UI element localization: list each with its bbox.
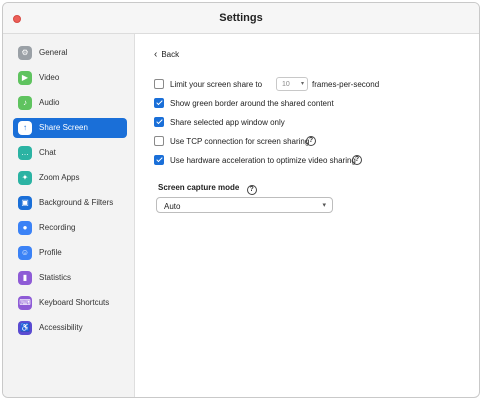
- green-border-option: Show green border around the shared cont…: [154, 97, 454, 111]
- screen-capture-mode-dropdown[interactable]: Auto ▾: [156, 197, 333, 213]
- share-screen-panel: ‹ Back Limit your screen share to 10 ▾ fr…: [136, 34, 479, 397]
- sidebar-item-recording[interactable]: ● Recording: [13, 218, 127, 238]
- help-icon[interactable]: ?: [246, 185, 257, 195]
- green-border-label: Show green border around the shared cont…: [170, 99, 334, 108]
- keyboard-icon: ⌨: [18, 296, 32, 310]
- fps-suffix-label: frames-per-second: [312, 80, 380, 89]
- record-icon: ●: [18, 221, 32, 235]
- selected-app-option: Share selected app window only: [154, 116, 454, 130]
- headphones-icon: ♪: [18, 96, 32, 110]
- sidebar-item-label: Statistics: [39, 273, 72, 282]
- background-icon: ▣: [18, 196, 32, 210]
- apps-icon: ✦: [18, 171, 32, 185]
- sidebar-item-label: Video: [39, 73, 60, 82]
- sidebar-item-label: Recording: [39, 223, 76, 232]
- video-camera-icon: ▶: [18, 71, 32, 85]
- person-icon: ☺: [18, 246, 32, 260]
- screen-capture-mode-heading: Screen capture mode ?: [158, 183, 257, 195]
- chevron-down-icon: ▾: [322, 202, 326, 209]
- selected-app-checkbox[interactable]: [154, 117, 164, 127]
- hardware-acceleration-checkbox[interactable]: [154, 155, 164, 165]
- fps-value: 10: [282, 81, 290, 88]
- hardware-acceleration-label: Use hardware acceleration to optimize vi…: [170, 156, 356, 165]
- sidebar-item-general[interactable]: ⚙ General: [13, 43, 127, 63]
- help-icon[interactable]: ?: [352, 155, 362, 165]
- settings-window: Settings ⚙ General ▶ Video ♪ Audio ↑ Sha…: [2, 2, 480, 398]
- tcp-connection-option: Use TCP connection for screen sharing ?: [154, 135, 454, 149]
- fps-dropdown[interactable]: 10 ▾: [276, 77, 308, 91]
- share-screen-icon: ↑: [18, 121, 32, 135]
- accessibility-icon: ♿: [18, 321, 32, 335]
- sidebar-item-label: Share Screen: [39, 123, 88, 132]
- sidebar-item-statistics[interactable]: ▮ Statistics: [13, 268, 127, 288]
- screen-capture-mode-title: Screen capture mode: [158, 183, 240, 192]
- sidebar-item-background-filters[interactable]: ▣ Background & Filters: [13, 193, 127, 213]
- sidebar-item-label: Audio: [39, 98, 60, 107]
- sidebar-item-zoom-apps[interactable]: ✦ Zoom Apps: [13, 168, 127, 188]
- tcp-connection-checkbox[interactable]: [154, 136, 164, 146]
- gear-icon: ⚙: [18, 46, 32, 60]
- sidebar-item-label: Accessibility: [39, 323, 83, 332]
- sidebar-item-audio[interactable]: ♪ Audio: [13, 93, 127, 113]
- sidebar-item-label: Keyboard Shortcuts: [39, 298, 110, 307]
- sidebar-item-chat[interactable]: … Chat: [13, 143, 127, 163]
- sidebar-item-keyboard-shortcuts[interactable]: ⌨ Keyboard Shortcuts: [13, 293, 127, 313]
- sidebar-item-share-screen[interactable]: ↑ Share Screen: [13, 118, 127, 138]
- sidebar-item-label: Chat: [39, 148, 56, 157]
- sidebar-item-label: Zoom Apps: [39, 173, 80, 182]
- sidebar-item-label: Profile: [39, 248, 62, 257]
- bar-chart-icon: ▮: [18, 271, 32, 285]
- title-bar: Settings: [3, 3, 479, 34]
- screen-capture-mode-value: Auto: [164, 202, 181, 211]
- back-label: Back: [161, 50, 180, 59]
- back-button[interactable]: ‹ Back: [154, 49, 180, 60]
- sidebar-item-label: General: [39, 48, 68, 57]
- chat-bubble-icon: …: [18, 146, 32, 160]
- sidebar-item-accessibility[interactable]: ♿ Accessibility: [13, 318, 127, 338]
- limit-screen-share-label: Limit your screen share to: [170, 80, 263, 89]
- chevron-left-icon: ‹: [154, 49, 158, 60]
- green-border-checkbox[interactable]: [154, 98, 164, 108]
- sidebar-item-video[interactable]: ▶ Video: [13, 68, 127, 88]
- sidebar-item-label: Background & Filters: [39, 198, 114, 207]
- selected-app-label: Share selected app window only: [170, 118, 285, 127]
- tcp-connection-label: Use TCP connection for screen sharing: [170, 137, 310, 146]
- limit-screen-share-option: Limit your screen share to 10 ▾ frames-p…: [154, 77, 454, 92]
- window-title: Settings: [219, 12, 263, 24]
- limit-screen-share-checkbox[interactable]: [154, 79, 164, 89]
- dropdown-arrow-icon: ▾: [300, 81, 304, 87]
- help-icon[interactable]: ?: [306, 136, 316, 146]
- sidebar: ⚙ General ▶ Video ♪ Audio ↑ Share Screen…: [3, 34, 135, 397]
- hardware-acceleration-option: Use hardware acceleration to optimize vi…: [154, 154, 474, 168]
- sidebar-item-profile[interactable]: ☺ Profile: [13, 243, 127, 263]
